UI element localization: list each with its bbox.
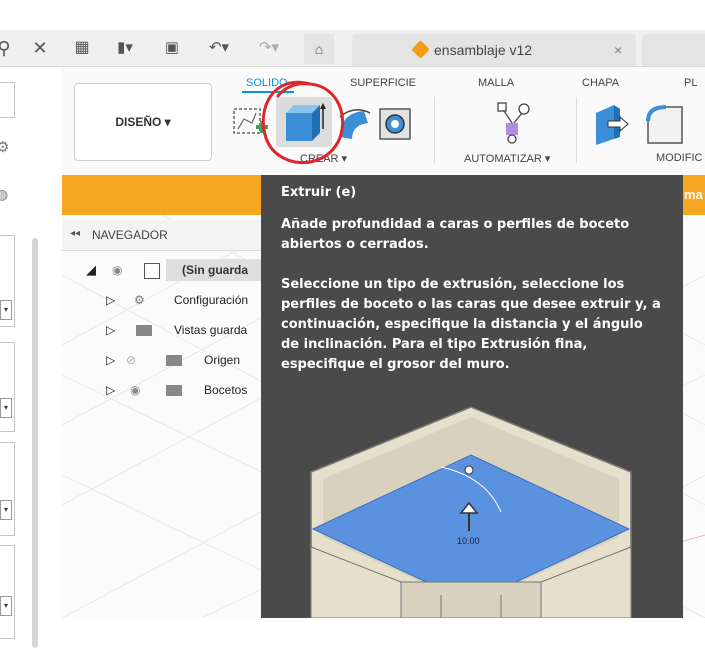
navigator-title: NAVEGADOR <box>92 228 168 242</box>
tab-malla[interactable]: MALLA <box>478 77 514 89</box>
close-icon[interactable]: ✕ <box>30 30 50 66</box>
collapse-icon[interactable]: ◂◂ <box>70 228 80 239</box>
divider <box>576 97 577 163</box>
extrude-illustration <box>310 406 632 618</box>
toolbar: DISEÑO ▾ SOLIDO SUPERFICIE MALLA CHAPA P… <box>62 67 705 176</box>
next-document-tab[interactable] <box>642 34 705 66</box>
eye-icon[interactable]: ◉ <box>112 257 122 283</box>
item-label: Bocetos <box>204 383 248 397</box>
panel-card <box>0 442 15 536</box>
panel-field[interactable] <box>0 82 15 118</box>
item-label: Origen <box>204 353 241 367</box>
navigator-item[interactable]: ▷ Vistas guarda <box>106 317 262 343</box>
dropdown-icon[interactable]: ▾ <box>0 500 12 520</box>
expand-icon[interactable]: ▷ <box>106 317 115 343</box>
gear-icon: ⚙ <box>134 293 145 307</box>
root-label: (Sin guarda <box>182 263 249 277</box>
document-tab[interactable]: ensamblaje v12 × <box>352 34 636 66</box>
dimension-value: 10.00 <box>457 536 480 546</box>
tab-plastic[interactable]: PL <box>684 77 697 89</box>
dropdown-icon[interactable]: ▾ <box>0 596 12 616</box>
redo-icon[interactable]: ↷▾ <box>252 30 286 66</box>
dropdown-icon[interactable]: ▾ <box>0 300 12 320</box>
divider <box>434 97 435 163</box>
banner-text: ma <box>684 187 703 202</box>
folder-icon <box>136 325 152 336</box>
save-icon[interactable]: ▣ <box>162 30 182 66</box>
document-title: ensamblaje v12 <box>434 42 533 58</box>
search-icon[interactable]: ⚲ <box>0 30 14 66</box>
eye-icon[interactable]: ◉ <box>130 377 140 403</box>
scrollbar[interactable] <box>32 238 38 648</box>
design-workspace-button[interactable]: DISEÑO ▾ <box>74 83 212 161</box>
item-label: Configuración <box>174 293 249 307</box>
tab-bar: ⚲ ✕ ▦ ▮▾ ▣ ↶▾ ↷▾ ⌂ ensamblaje v12 × <box>0 30 705 67</box>
home-icon[interactable]: ⌂ <box>304 34 334 64</box>
press-pull-icon[interactable] <box>592 103 632 147</box>
automate-icon[interactable] <box>492 99 534 145</box>
panel-card <box>0 342 15 432</box>
expand-icon[interactable]: ◢ <box>86 257 96 283</box>
fillet-icon[interactable] <box>644 103 684 147</box>
component-icon <box>144 263 160 279</box>
expand-icon[interactable]: ▷ <box>106 377 115 403</box>
item-label: Vistas guarda <box>174 323 248 337</box>
left-panel: ⚙ ◍ ▾ ▾ ▾ ▾ <box>0 30 63 648</box>
navigator-item[interactable]: ▷ ⊘ Origen <box>106 347 262 373</box>
navigator-item[interactable]: ▷ ⚙ Configuración <box>106 287 262 313</box>
component-icon <box>411 40 430 59</box>
grid-icon[interactable]: ▦ <box>72 30 92 66</box>
hole-icon[interactable] <box>376 103 416 143</box>
extrude-tooltip: Extruir (e) Añade profundidad a caras o … <box>261 175 683 618</box>
design-button-label: DISEÑO ▾ <box>115 115 171 129</box>
panel-card <box>0 545 15 639</box>
tooltip-title: Extruir (e) <box>281 185 357 200</box>
dropdown-icon[interactable]: ▾ <box>0 398 12 418</box>
globe-icon[interactable]: ◍ <box>0 186 8 203</box>
folder-icon <box>166 355 182 366</box>
annotation-circle <box>261 80 345 165</box>
navigator-item[interactable]: ▷ ◉ Bocetos <box>106 377 262 403</box>
settings-icon[interactable]: ⚙ <box>0 138 9 156</box>
tooltip-details: Seleccione un tipo de extrusión, selecci… <box>281 277 661 372</box>
tab-superficie[interactable]: SUPERFICIE <box>350 77 416 89</box>
tab-chapa[interactable]: CHAPA <box>582 77 619 89</box>
hidden-eye-icon[interactable]: ⊘ <box>126 347 136 373</box>
automate-menu[interactable]: AUTOMATIZAR ▾ <box>464 152 550 165</box>
modify-menu[interactable]: MODIFIC <box>656 152 702 164</box>
folder-icon <box>166 385 182 396</box>
navigator-root[interactable]: ◢ ◉ (Sin guarda <box>86 257 262 283</box>
expand-icon[interactable]: ▷ <box>106 347 115 373</box>
expand-icon[interactable]: ▷ <box>106 287 115 313</box>
close-tab-icon[interactable]: × <box>614 34 622 66</box>
navigator-header[interactable]: ◂◂ NAVEGADOR <box>62 220 262 251</box>
file-icon[interactable]: ▮▾ <box>108 30 142 66</box>
undo-icon[interactable]: ↶▾ <box>202 30 236 66</box>
tooltip-summary: Añade profundidad a caras o perfiles de … <box>281 217 630 252</box>
